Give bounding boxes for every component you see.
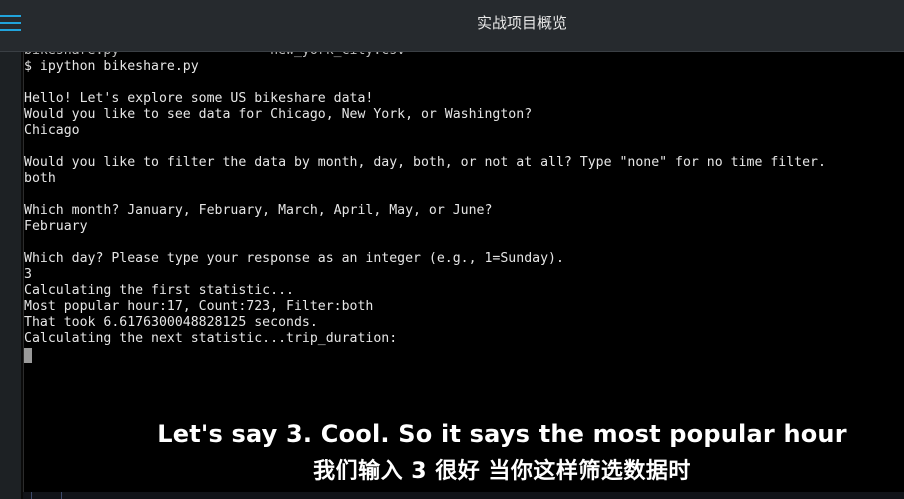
terminal-line: Chicago [24,123,80,138]
terminal-line: February [24,219,88,234]
video-subtitles: Let's say 3. Cool. So it says the most p… [0,414,904,490]
terminal-output: bikeshare.py new_york_city.csv$ ipython … [24,43,826,363]
terminal-line: Hello! Let's explore some US bikeshare d… [24,91,374,106]
terminal-line: $ ipython bikeshare.py [24,59,199,74]
terminal-line: Which day? Please type your response as … [24,251,564,266]
terminal-line: Would you like to filter the data by mon… [24,155,826,170]
terminal-line: Most popular hour:17, Count:723, Filter:… [24,299,374,314]
subtitle-chinese: 我们输入 3 很好 当你这样筛选数据时 [313,459,691,484]
terminal-line: Would you like to see data for Chicago, … [24,107,533,122]
terminal-line: Calculating the first statistic... [24,283,294,298]
cursor-block [24,348,32,363]
terminal-line: 3 [24,267,32,282]
subtitle-english: Let's say 3. Cool. So it says the most p… [157,420,847,448]
terminal-line: Calculating the next statistic...trip_du… [24,331,398,346]
top-bar: 实战项目概览 [0,0,904,52]
terminal-line: That took 6.6176300048828125 seconds. [24,315,318,330]
terminal-line: Which month? January, February, March, A… [24,203,493,218]
bottom-toolbar-strip [23,492,904,499]
page-title: 实战项目概览 [476,14,567,32]
terminal-line: both [24,171,56,186]
terminal-cursor [24,348,826,363]
